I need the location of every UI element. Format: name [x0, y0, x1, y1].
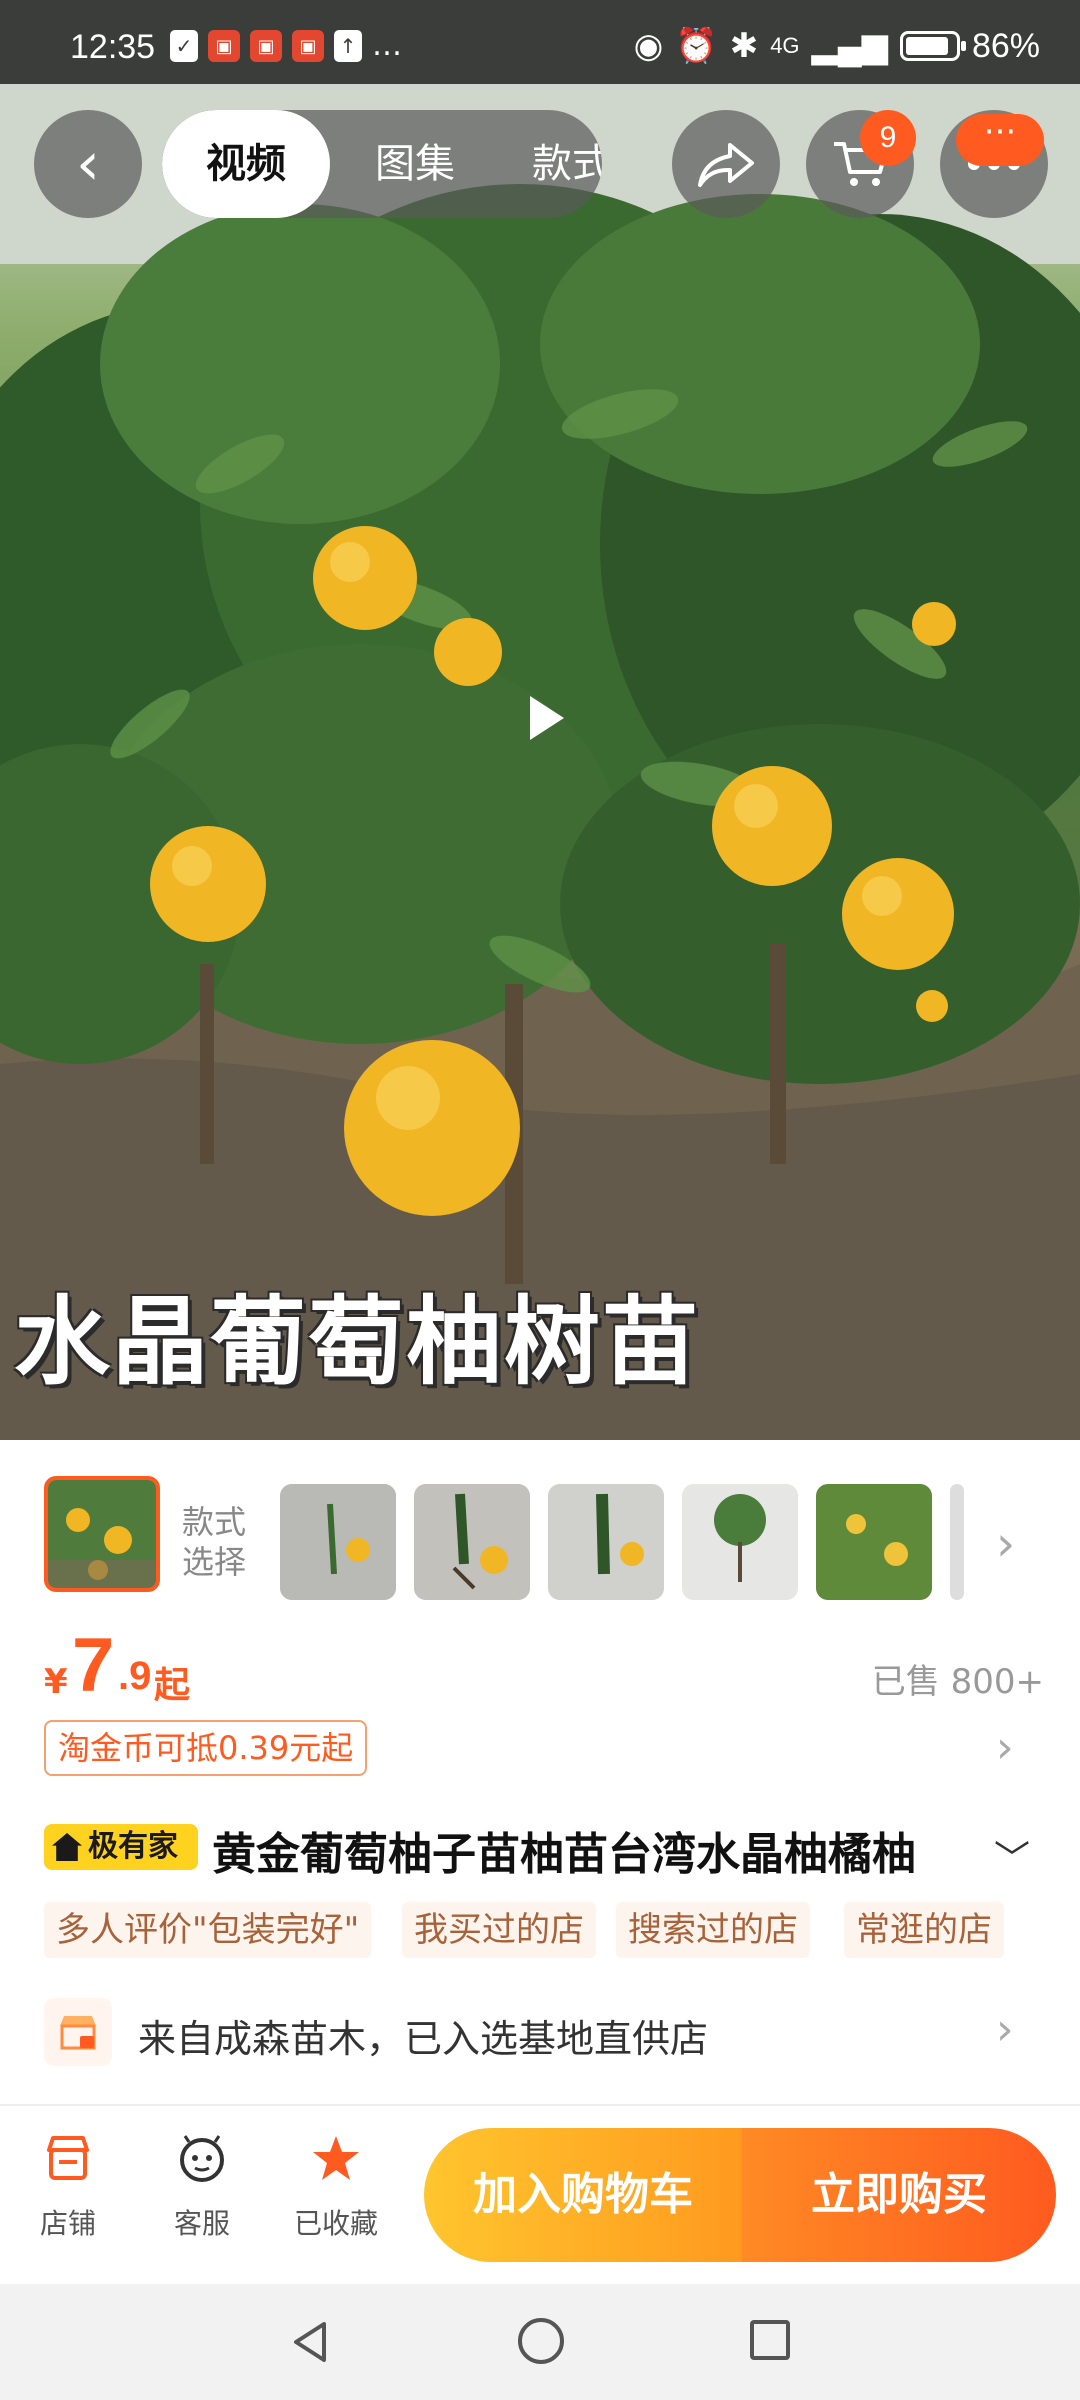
shop-label: 店铺	[39, 2207, 96, 2240]
eye-icon: ◉	[633, 27, 664, 65]
signal-bars-icon: ▂▄▆	[811, 27, 888, 65]
product-title: 黄金葡萄柚子苗柚苗台湾水晶柚橘柚	[212, 1829, 916, 1880]
product-title-row: 极有家 黄金葡萄柚子苗柚苗台湾水晶柚橘柚 ﹀	[44, 1818, 1044, 1882]
tab-video[interactable]: 视频	[162, 110, 330, 218]
seedling-image	[414, 1484, 530, 1600]
potted-tree-image	[682, 1484, 798, 1600]
play-icon[interactable]	[516, 690, 572, 746]
notification-icon: ✓	[170, 30, 198, 62]
nav-recents-icon[interactable]	[750, 2320, 790, 2360]
price-currency: ¥	[44, 1662, 68, 1702]
storefront-icon	[60, 2016, 96, 2050]
upload-icon: ↑	[334, 30, 362, 62]
chevron-left-icon: ‹	[76, 129, 100, 199]
thumbnail-video[interactable]	[44, 1476, 160, 1592]
status-right: ◉ ⏰ ✱ 4G ▂▄▆ 86%	[634, 26, 1040, 66]
status-bar: 12:35 ✓ ▣ ▣ ▣ ↑ … ◉ ⏰ ✱ 4G ▂▄▆ 86%	[0, 0, 1080, 84]
seedling-image	[548, 1484, 664, 1600]
share-icon	[698, 143, 754, 187]
chevron-down-icon[interactable]: ﹀	[994, 1830, 1030, 1882]
service-label: 客服	[173, 2207, 230, 2240]
app-notification-icon: ▣	[208, 30, 240, 62]
price-integer: 7	[72, 1623, 115, 1708]
orchard-image	[0, 84, 1080, 1440]
orchard-thumbnail-image	[48, 1480, 156, 1588]
shop-button[interactable]: 店铺	[18, 2132, 118, 2242]
share-button[interactable]	[672, 110, 780, 218]
star-filled-icon	[313, 2136, 359, 2180]
store-source-row[interactable]: 来自成森苗木，已入选基地直供店 ›	[44, 1998, 1044, 2068]
tab-gallery[interactable]: 图集	[350, 110, 480, 218]
coin-discount-tag[interactable]: 淘金币可抵0.39元起	[44, 1720, 368, 1776]
brand-badge: 极有家	[44, 1824, 198, 1870]
chevron-right-icon[interactable]: ›	[996, 1516, 1015, 1572]
thumbnail-style-3[interactable]	[548, 1484, 664, 1600]
media-tab-bar: 视频 图集 款式	[162, 110, 602, 218]
customer-service-icon	[180, 2135, 224, 2182]
nav-back-icon[interactable]	[290, 2320, 330, 2364]
customer-service-button[interactable]: 客服	[152, 2132, 252, 2242]
system-navigation-bar	[0, 2284, 1080, 2400]
battery-percent: 86%	[971, 26, 1040, 65]
app-notification-icon: ▣	[250, 30, 282, 62]
tab-style[interactable]: 款式	[532, 110, 602, 218]
nav-home-icon[interactable]	[518, 2318, 564, 2364]
fruit-tree-image	[816, 1484, 932, 1600]
tag-bought-store[interactable]: 我买过的店	[402, 1902, 596, 1958]
add-to-cart-button[interactable]: 加入购物车	[424, 2128, 742, 2262]
alarm-icon: ⏰	[675, 27, 718, 65]
thumbnail-style-2[interactable]	[414, 1484, 530, 1600]
product-video[interactable]: 水晶葡萄柚树苗	[0, 84, 1080, 1440]
thumbnail-style-1[interactable]	[280, 1484, 396, 1600]
signal-icon: 4G	[770, 33, 800, 58]
bottom-action-bar: 店铺 客服 已收藏 加入购物车 立即购买	[0, 2104, 1080, 2284]
price-suffix: 起	[154, 1665, 191, 1706]
store-source-text: 来自成森苗木，已入选基地直供店	[138, 2017, 709, 2061]
status-time: 12:35	[70, 28, 156, 66]
thumbnail-style-4[interactable]	[682, 1484, 798, 1600]
seedling-image	[280, 1484, 396, 1600]
tag-review[interactable]: 多人评价"包装完好"	[44, 1902, 372, 1958]
style-thumbnails: 款式选择 ›	[0, 1476, 1080, 1616]
buy-now-button[interactable]: 立即购买	[742, 2128, 1056, 2262]
video-caption: 水晶葡萄柚树苗	[14, 1285, 700, 1398]
chevron-right-icon: ›	[996, 2004, 1014, 2055]
brand-badge-label: 极有家	[88, 1829, 178, 1864]
more-notifications-icon: …	[372, 28, 402, 63]
store-icon	[44, 1998, 112, 2066]
house-icon	[52, 1833, 82, 1861]
app-notification-icon: ▣	[292, 30, 324, 62]
tag-frequent-store[interactable]: 常逛的店	[844, 1902, 1004, 1958]
message-bubble-icon: ···	[956, 114, 1044, 166]
favorite-label: 已收藏	[293, 2207, 378, 2240]
sold-count: 已售 800+	[871, 1662, 1044, 1702]
notification-icons: ✓ ▣ ▣ ▣ ↑ …	[170, 30, 402, 62]
battery-icon	[899, 31, 966, 61]
cart-count-badge: 9	[860, 110, 916, 166]
style-select-label[interactable]: 款式选择	[182, 1502, 262, 1582]
back-button[interactable]: ‹	[34, 110, 142, 218]
bluetooth-icon: ✱	[729, 27, 759, 65]
thumbnail-style-5[interactable]	[816, 1484, 932, 1600]
favorite-button[interactable]: 已收藏	[286, 2132, 386, 2242]
price-row: ¥ 7 .9 起 已售 800+	[44, 1622, 1044, 1712]
tag-searched-store[interactable]: 搜索过的店	[616, 1902, 810, 1958]
shop-icon	[47, 2136, 89, 2180]
chevron-right-icon[interactable]: ›	[996, 1722, 1014, 1773]
highlight-tags: 多人评价"包装完好" 我买过的店 搜索过的店 常逛的店	[44, 1902, 1044, 1958]
price-decimal: .9	[118, 1654, 152, 1698]
thumbnail-style-6[interactable]	[950, 1484, 964, 1600]
